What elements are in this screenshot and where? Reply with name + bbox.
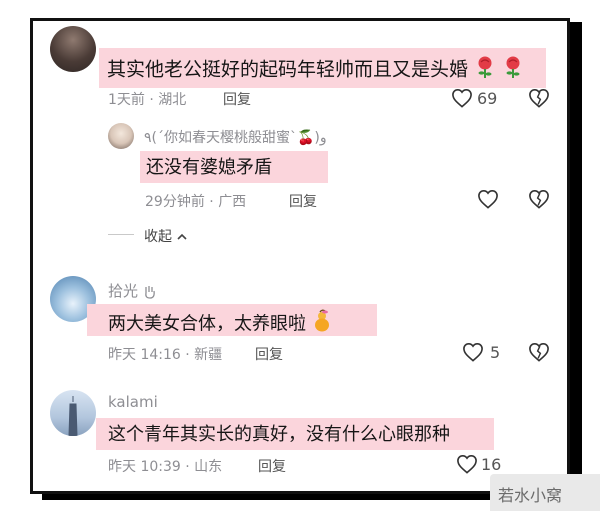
comment-meta: 昨天 10:39 · 山东 [108, 459, 223, 475]
like-count: 16 [481, 455, 502, 474]
divider [108, 234, 134, 235]
dislike-icon[interactable] [528, 88, 550, 112]
hand-sign-icon [143, 282, 157, 300]
collapse-button[interactable]: 收起 [144, 226, 188, 246]
dislike-icon[interactable] [528, 342, 550, 366]
rose-icon [502, 55, 524, 85]
reply-button[interactable]: 回复 [289, 191, 317, 211]
reply-button[interactable]: 回复 [255, 344, 283, 364]
skyscraper-icon [68, 396, 78, 436]
username[interactable]: kalami [108, 393, 158, 411]
comment-text: 这个青年其实长的真好，没有什么心眼那种 [108, 424, 450, 445]
username[interactable]: ٩(´你如春天樱桃般甜蜜`🍒)و [144, 127, 327, 147]
watermark: 若水小窝 [490, 474, 600, 511]
like-count: 5 [490, 343, 501, 362]
dislike-icon[interactable] [528, 189, 550, 213]
rose-icon [474, 55, 496, 85]
comment-meta: 昨天 14:16 · 新疆 [108, 347, 223, 363]
reply-button[interactable]: 回复 [223, 89, 251, 109]
heart-icon[interactable] [462, 342, 484, 366]
heart-icon[interactable] [451, 88, 473, 112]
avatar[interactable] [50, 390, 96, 436]
comment-text: 其实他老公挺好的起码年轻帅而且又是头婚 [107, 55, 524, 85]
comment-meta: 29分钟前 · 广西 [145, 194, 247, 210]
reply-button[interactable]: 回复 [258, 456, 286, 476]
gourd-icon [312, 309, 332, 340]
chevron-up-icon [176, 229, 188, 245]
comment-meta: 1天前 · 湖北 [108, 92, 187, 108]
watermark-text: 若水小窝 [498, 486, 563, 505]
heart-icon[interactable] [477, 189, 499, 213]
heart-icon[interactable] [456, 454, 478, 478]
comment-text: 两大美女合体，太养眼啦 [108, 309, 332, 340]
avatar[interactable] [50, 26, 96, 72]
avatar[interactable] [108, 123, 134, 149]
username[interactable]: 拾光 [108, 280, 157, 301]
comment-text: 还没有婆媳矛盾 [146, 157, 272, 178]
like-count: 69 [477, 89, 498, 108]
